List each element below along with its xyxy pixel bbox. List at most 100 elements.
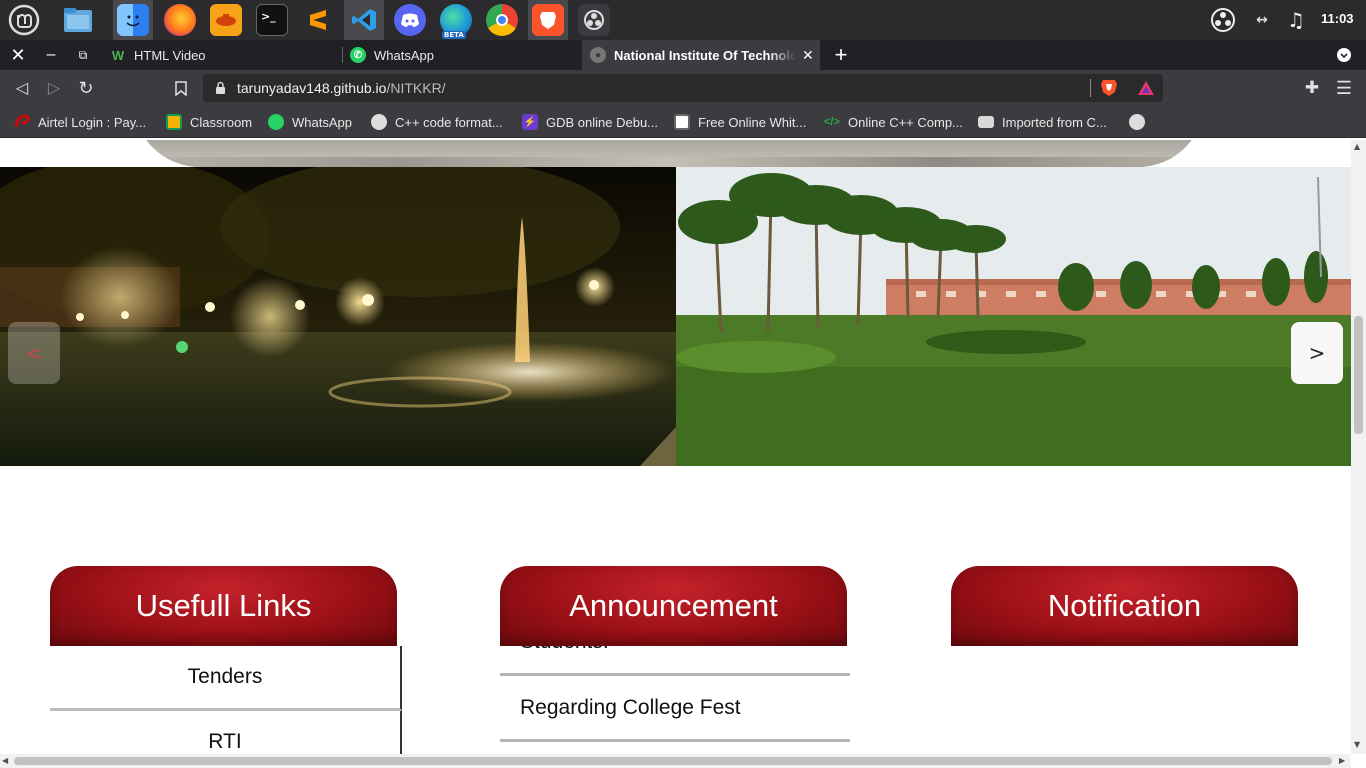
url-host: tarunyadav148.github.io (237, 80, 387, 96)
back-icon[interactable]: ◁ (8, 74, 36, 102)
bookmark-label: WhatsApp (292, 114, 352, 130)
linux-mint-menu-icon[interactable] (8, 4, 40, 36)
announcement-item[interactable]: Students. (500, 646, 850, 676)
bookmark-label: C++ code format... (395, 114, 503, 130)
code-icon: </> (824, 116, 840, 128)
tab-label: HTML Video (134, 47, 206, 63)
scroll-right-icon[interactable]: ▶ (1339, 756, 1345, 765)
scroll-up-icon[interactable]: ▲ (1354, 142, 1360, 151)
notification-box: Notification (951, 566, 1298, 754)
bookmark-globe[interactable] (1129, 112, 1153, 132)
brave-icon[interactable] (532, 4, 564, 36)
discord-icon[interactable] (394, 4, 426, 36)
useful-links-box: Usefull Links Tenders RTI (50, 566, 402, 754)
bookmark-gdb-online[interactable]: ⚡ GDB online Debu... (522, 112, 658, 132)
bookmark-label: Online C++ Comp... (848, 114, 963, 130)
bookmark-label: GDB online Debu... (546, 114, 659, 130)
clock[interactable]: 11:03 (1321, 11, 1354, 26)
edge-beta-icon[interactable]: BETA (440, 4, 472, 39)
bookmarks-bar: Airtel Login : Pay... Classroom WhatsApp… (0, 106, 1366, 138)
link-rti[interactable]: RTI (50, 711, 402, 754)
vscode-icon[interactable] (348, 4, 380, 36)
bookmark-label: Imported from C... (1002, 114, 1107, 130)
link-tenders[interactable]: Tenders (50, 646, 402, 711)
reload-icon[interactable]: ↻ (72, 74, 100, 102)
genie-icon[interactable] (210, 4, 242, 36)
announcement-item[interactable]: Regarding College Fest (500, 676, 850, 742)
music-icon[interactable]: ♫ (1280, 4, 1312, 36)
brave-rewards-icon[interactable] (1137, 80, 1155, 101)
announcement-title: Announcement (500, 566, 847, 646)
window-minimize-icon[interactable]: – (35, 40, 67, 70)
finder-icon[interactable] (117, 4, 149, 36)
announcement-list: Students. Regarding College Fest (500, 646, 850, 754)
files-icon[interactable] (62, 4, 94, 36)
window-close-icon[interactable]: ✕ (2, 40, 34, 70)
scroll-down-icon[interactable]: ▼ (1354, 740, 1360, 749)
obs-icon[interactable] (578, 4, 610, 36)
bookmark-label: Classroom (190, 114, 253, 130)
extensions-icon[interactable]: ✚ (1298, 74, 1326, 102)
horizontal-scrollbar[interactable]: ◀ ▶ (0, 754, 1351, 768)
useful-links-list: Tenders RTI (50, 646, 402, 754)
slider-next-button[interactable]: > (1291, 322, 1343, 384)
notification-title: Notification (951, 566, 1298, 646)
bookmark-airtel[interactable]: Airtel Login : Pay... (14, 112, 146, 132)
bookmark-classroom[interactable]: Classroom (166, 112, 252, 132)
bookmark-online-cpp[interactable]: </> Online C++ Comp... (824, 112, 963, 132)
tab-list-chevron-icon[interactable] (1328, 40, 1360, 70)
lock-icon (215, 81, 226, 100)
bookmark-label: Airtel Login : Pay... (38, 114, 147, 130)
url-path: /NITKKR/ (386, 80, 446, 96)
os-taskbar: >_ BETA ↔ ♫ 11:03 (0, 0, 1366, 40)
bookmark-cpp-formatter[interactable]: C++ code format... (371, 112, 503, 132)
slide-fountain-night (0, 167, 676, 466)
chrome-icon[interactable] (486, 4, 518, 36)
slider-prev-button[interactable]: < (8, 322, 60, 384)
browser-toolbar: ◁ ▷ ↻ tarunyadav148.github.io/NITKKR/ ✚ … (0, 70, 1366, 106)
forward-icon[interactable]: ▷ (40, 74, 68, 102)
tab-html-video[interactable]: W HTML Video (100, 40, 340, 70)
window-restore-icon[interactable]: ⧉ (67, 40, 99, 70)
tab-label: WhatsApp (374, 47, 434, 63)
announcement-box: Announcement Students. Regarding College… (500, 566, 850, 754)
beta-badge: BETA (442, 31, 466, 39)
tab-whatsapp[interactable]: ✆ WhatsApp (342, 40, 580, 70)
notification-list (951, 646, 1298, 754)
tab-nit-kkr[interactable]: ● National Institute Of Technolo ✕ (582, 40, 820, 70)
slide-campus-day (676, 167, 1351, 466)
horizontal-scroll-thumb[interactable] (14, 757, 1332, 765)
tab-label: National Institute Of Technolo (614, 47, 796, 63)
gdb-icon: ⚡ (522, 114, 538, 130)
globe-icon (1129, 114, 1145, 130)
firefox-icon[interactable] (164, 4, 196, 36)
bookmark-whatsapp[interactable]: WhatsApp (268, 112, 352, 132)
whatsapp-icon: ✆ (350, 47, 366, 63)
address-bar[interactable]: tarunyadav148.github.io/NITKKR/ (203, 74, 1163, 102)
w-icon: W (111, 47, 125, 63)
url-text: tarunyadav148.github.io/NITKKR/ (237, 80, 446, 96)
terminal-icon[interactable]: >_ (256, 4, 288, 36)
bookmark-whiteboard[interactable]: Free Online Whit... (674, 112, 806, 132)
bookmark-icon[interactable] (167, 74, 195, 102)
whiteboard-icon (674, 114, 690, 130)
vertical-scroll-thumb[interactable] (1354, 316, 1363, 434)
sublime-text-icon[interactable] (302, 4, 334, 36)
useful-links-title: Usefull Links (50, 566, 397, 646)
bookmark-label: Free Online Whit... (698, 114, 807, 130)
browser-tab-strip: ✕ – ⧉ W HTML Video ✆ WhatsApp ● National… (0, 40, 1366, 70)
tab-close-icon[interactable]: ✕ (802, 47, 814, 64)
page-viewport: < > Usefull Links Tenders RTI Announceme… (0, 140, 1351, 754)
menu-icon[interactable]: ☰ (1330, 74, 1358, 102)
scroll-left-icon[interactable]: ◀ (2, 756, 8, 765)
url-divider (1090, 79, 1091, 97)
network-arrows-icon[interactable]: ↔ (1246, 4, 1278, 36)
vertical-scrollbar[interactable]: ▲ ▼ (1351, 140, 1366, 754)
bookmark-folder-imported[interactable]: Imported from C... (978, 112, 1107, 132)
obs-tray-icon[interactable] (1207, 4, 1239, 36)
brave-shield-icon[interactable] (1101, 79, 1117, 102)
new-tab-icon[interactable]: + (825, 40, 857, 70)
folder-icon (978, 116, 994, 128)
image-slider: < > (0, 167, 1351, 466)
campus-banner-image (133, 140, 1205, 167)
